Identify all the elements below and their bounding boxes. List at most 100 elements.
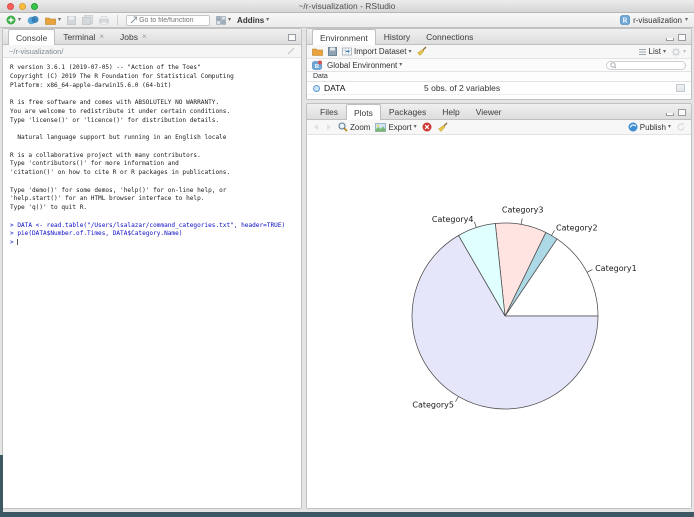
tab-environment[interactable]: Environment xyxy=(312,29,376,45)
tab-history[interactable]: History xyxy=(376,29,418,44)
environment-pane-buttons xyxy=(666,34,686,41)
titlebar: ~/r-visualization - RStudio xyxy=(0,0,694,13)
tab-label: Connections xyxy=(426,32,474,42)
environment-view-mode-button[interactable]: List ▾ xyxy=(638,47,666,56)
console-line: > pie(DATA$Number.of.Times, DATA$Categor… xyxy=(10,230,183,238)
publish-plot-label: Publish xyxy=(639,122,666,132)
zoom-plot-label: Zoom xyxy=(350,122,371,132)
magnifier-icon xyxy=(338,122,348,132)
panes-layout-button[interactable]: ▾ xyxy=(216,15,232,25)
tab-terminal[interactable]: Terminal × xyxy=(55,29,112,44)
maximize-pane-icon[interactable] xyxy=(678,34,686,41)
close-tab-icon[interactable]: × xyxy=(142,33,147,41)
fullscreen-window-button[interactable] xyxy=(31,3,38,10)
pie-label-tick xyxy=(586,269,593,273)
goto-file-icon xyxy=(130,16,138,24)
save-button[interactable] xyxy=(67,15,77,25)
tab-label: Environment xyxy=(320,32,368,43)
tab-viewer[interactable]: Viewer xyxy=(468,104,510,119)
plots-toolbar: Zoom Export ▾ Publish ▾ xyxy=(307,120,691,135)
list-icon xyxy=(638,48,646,55)
environment-search-input[interactable] xyxy=(618,61,682,69)
console-line: > DATA <- read.table("/Users/lsalazar/co… xyxy=(10,221,286,229)
clear-plots-button[interactable] xyxy=(437,122,448,133)
close-tab-icon[interactable]: × xyxy=(99,33,104,41)
save-icon xyxy=(328,47,337,56)
new-project-button[interactable] xyxy=(27,15,39,25)
pie-label-tick xyxy=(455,396,459,402)
save-all-button[interactable] xyxy=(82,15,94,25)
pie-chart: Category1 Category2 Category3 Category4 Cate… xyxy=(411,206,637,410)
maximize-pane-icon[interactable] xyxy=(288,34,296,41)
broom-icon xyxy=(417,46,427,56)
working-directory-label: ~/r-visualization/ xyxy=(9,46,64,56)
load-workspace-button[interactable] xyxy=(312,47,323,56)
window-edge xyxy=(0,512,694,517)
save-workspace-button[interactable] xyxy=(328,47,337,56)
plots-pane-buttons xyxy=(666,109,686,116)
zoom-plot-button[interactable]: Zoom xyxy=(338,122,370,132)
environment-search-box[interactable] xyxy=(606,60,686,70)
tab-label: Terminal xyxy=(63,32,96,42)
tab-console[interactable]: Console xyxy=(8,29,56,45)
close-window-button[interactable] xyxy=(7,3,14,10)
window-title: ~/r-visualization - RStudio xyxy=(298,1,396,11)
environment-settings-button[interactable]: ▾ xyxy=(671,47,686,57)
environment-tabbar: Environment History Connections xyxy=(307,29,691,45)
environment-scope-button[interactable]: Global Environment ▾ xyxy=(327,61,402,70)
console-resize-icon[interactable] xyxy=(287,47,295,55)
tab-packages[interactable]: Packages xyxy=(381,104,434,119)
clear-environment-button[interactable] xyxy=(416,46,427,57)
plot-area: Category1 Category2 Category3 Category4 Cate… xyxy=(307,135,691,508)
chevron-down-icon: ▾ xyxy=(18,17,22,23)
import-dataset-button[interactable]: Import Dataset ▾ xyxy=(342,47,411,56)
remove-plot-button[interactable] xyxy=(422,122,432,132)
console-line: Type 'contributors()' for more informati… xyxy=(10,160,179,168)
minimize-window-button[interactable] xyxy=(19,3,26,10)
chevron-down-icon: ▾ xyxy=(58,17,62,23)
environment-object-row[interactable]: DATA 5 obs. of 2 variables xyxy=(307,82,691,95)
print-button[interactable] xyxy=(99,15,109,25)
toolbar-separator xyxy=(117,15,119,25)
console-output[interactable]: R version 3.6.1 (2019-07-05) -- "Action … xyxy=(3,58,301,254)
tab-jobs[interactable]: Jobs × xyxy=(112,29,155,44)
maximize-pane-icon[interactable] xyxy=(678,109,686,116)
tab-help[interactable]: Help xyxy=(434,104,467,119)
goto-file-box[interactable] xyxy=(126,14,211,26)
minimize-pane-icon[interactable] xyxy=(666,37,674,41)
project-name-label: r-visualization xyxy=(633,15,682,25)
new-file-icon xyxy=(6,15,16,25)
chevron-down-icon: ▾ xyxy=(399,62,403,68)
open-folder-icon xyxy=(312,48,323,56)
environment-scope-bar: R Global Environment ▾ xyxy=(307,59,691,72)
tab-connections[interactable]: Connections xyxy=(418,29,481,44)
environment-section-header: Data xyxy=(307,72,691,82)
console-line: Type 'license()' or 'licence()' for dist… xyxy=(10,116,220,124)
console-pathbar: ~/r-visualization/ xyxy=(3,45,301,58)
tab-plots[interactable]: Plots xyxy=(345,104,381,120)
console-line: Type 'demo()' for some demos, 'help()' f… xyxy=(10,186,227,194)
view-table-icon[interactable] xyxy=(676,84,685,92)
minimize-pane-icon[interactable] xyxy=(666,112,674,116)
pie-slice-label: Category3 xyxy=(502,206,544,215)
previous-plot-button[interactable] xyxy=(312,123,320,131)
export-plot-button[interactable]: Export ▾ xyxy=(375,123,417,132)
publish-plot-button[interactable]: Publish ▾ xyxy=(628,122,671,132)
chevron-down-icon: ▾ xyxy=(228,17,232,23)
panes-grid-icon xyxy=(216,15,226,25)
tab-label: Jobs xyxy=(119,32,138,42)
chevron-down-icon: ▾ xyxy=(266,17,270,23)
tab-label: Files xyxy=(320,107,338,117)
tab-files[interactable]: Files xyxy=(312,104,346,119)
text-cursor xyxy=(17,239,19,245)
refresh-plots-button[interactable] xyxy=(676,122,686,132)
goto-file-input[interactable] xyxy=(139,16,207,24)
addins-button[interactable]: Addins ▾ xyxy=(237,16,269,25)
new-project-icon xyxy=(27,16,39,25)
open-file-button[interactable]: ▾ xyxy=(45,16,61,25)
new-file-button[interactable]: ▾ xyxy=(6,15,21,25)
next-plot-button[interactable] xyxy=(325,123,333,131)
project-menu-button[interactable]: R r-visualization ▾ xyxy=(620,15,688,25)
